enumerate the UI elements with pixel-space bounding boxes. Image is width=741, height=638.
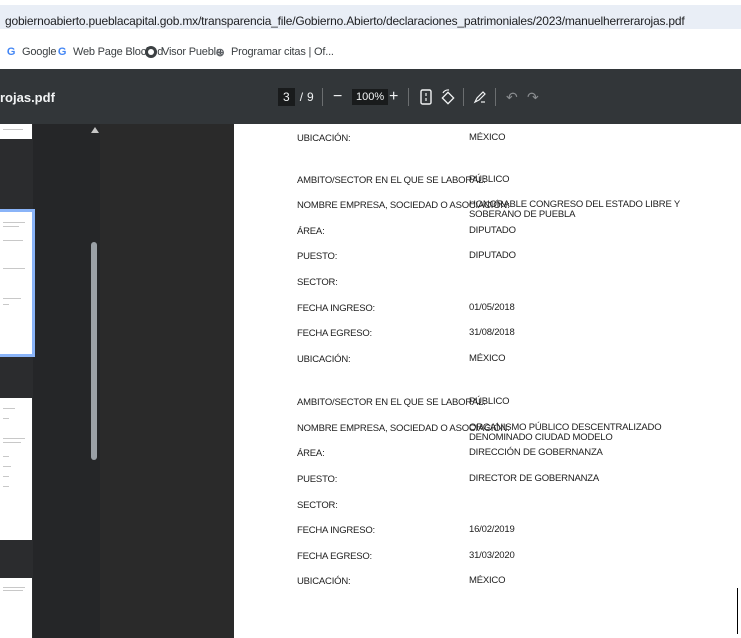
viewer-background bbox=[100, 124, 234, 638]
annotate-button[interactable] bbox=[473, 87, 487, 107]
field-label: UBICACIÓN: bbox=[297, 133, 351, 144]
sidebar-scrollbar[interactable] bbox=[89, 124, 100, 638]
google-icon: G bbox=[6, 46, 16, 58]
rotate-button[interactable] bbox=[440, 87, 456, 107]
url-text[interactable]: gobiernoabierto.pueblacapital.gob.mx/tra… bbox=[5, 14, 685, 28]
field-label: FECHA INGRESO: bbox=[297, 525, 375, 536]
bookmark-programar-citas[interactable]: ⊖ Programar citas | Of... bbox=[214, 44, 334, 60]
thumbnail-page-5[interactable] bbox=[0, 578, 32, 638]
google-icon: G bbox=[57, 46, 67, 58]
field-label: SECTOR: bbox=[297, 277, 338, 288]
bookmarks-bar: G Google G Web Page Blocked Visor Puebla… bbox=[0, 33, 741, 69]
field-value: 16/02/2019 bbox=[469, 524, 515, 535]
field-label: FECHA EGRESO: bbox=[297, 328, 373, 339]
thumbnail-page-1[interactable] bbox=[0, 124, 32, 139]
thumbnail-page-3[interactable] bbox=[0, 209, 35, 357]
field-value: PÚBLICO bbox=[469, 174, 510, 185]
field-value: HONORABLE CONGRESO DEL ESTADO LIBRE Y SO… bbox=[469, 199, 680, 220]
field-label: FECHA EGRESO: bbox=[297, 551, 373, 562]
bookmark-google[interactable]: G Google bbox=[5, 44, 57, 60]
field-value: DIRECCIÓN DE GOBERNANZA bbox=[469, 447, 603, 458]
total-pages: 9 bbox=[307, 90, 314, 104]
redo-icon: ↷ bbox=[527, 88, 539, 105]
bookmark-visor-puebla[interactable]: Visor Puebla bbox=[145, 44, 222, 60]
plus-icon: + bbox=[389, 88, 399, 105]
page-number-input[interactable]: 3 bbox=[278, 88, 295, 106]
undo-button[interactable]: ↶ bbox=[506, 87, 518, 107]
field-value: MÉXICO bbox=[469, 575, 506, 586]
field-label: UBICACIÓN: bbox=[297, 354, 351, 365]
field-label: SECTOR: bbox=[297, 500, 338, 511]
rotate-icon bbox=[441, 89, 455, 105]
field-label: AMBITO/SECTOR EN EL QUE SE LABORAL: bbox=[297, 397, 486, 408]
pdf-page: UBICACIÓN: MÉXICO AMBITO/SECTOR EN EL QU… bbox=[234, 124, 741, 638]
field-value: DIRECTOR DE GOBERNANZA bbox=[469, 473, 600, 484]
thumbnail-strip bbox=[0, 124, 35, 638]
zoom-level: 100% bbox=[352, 87, 389, 107]
redo-button[interactable]: ↷ bbox=[527, 87, 539, 107]
zoom-out-button[interactable]: − bbox=[333, 87, 342, 107]
page-indicator: 3 / 9 bbox=[278, 87, 314, 107]
fit-to-page-button[interactable] bbox=[420, 87, 432, 107]
field-value: 31/08/2018 bbox=[469, 327, 515, 338]
pen-icon bbox=[473, 91, 486, 104]
field-value: 31/03/2020 bbox=[469, 550, 515, 561]
undo-icon: ↶ bbox=[506, 88, 518, 105]
field-value: MÉXICO bbox=[469, 353, 506, 364]
link-icon: ⊖ bbox=[215, 46, 225, 59]
pdf-toolbar: rojas.pdf 3 / 9 − 100% + ↶ ↷ bbox=[0, 69, 741, 124]
url-field[interactable]: gobiernoabierto.pueblacapital.gob.mx/tra… bbox=[0, 5, 741, 29]
toolbar-divider bbox=[495, 88, 496, 106]
field-value: PÚBLICO bbox=[469, 396, 510, 407]
field-value: DIPUTADO bbox=[469, 250, 516, 261]
field-label: ÁREA: bbox=[297, 448, 325, 459]
toolbar-divider bbox=[463, 88, 464, 106]
minus-icon: − bbox=[333, 88, 343, 105]
field-label: PUESTO: bbox=[297, 474, 338, 485]
field-label: PUESTO: bbox=[297, 251, 338, 262]
zoom-input[interactable]: 100% bbox=[352, 89, 389, 105]
text-cursor bbox=[737, 588, 738, 634]
field-value: 01/05/2018 bbox=[469, 302, 515, 313]
field-label: FECHA INGRESO: bbox=[297, 303, 375, 314]
fit-page-icon bbox=[420, 89, 432, 105]
toolbar-divider bbox=[408, 88, 409, 106]
field-value: ORGANISMO PÚBLICO DESCENTRALIZADO DENOMI… bbox=[469, 422, 662, 443]
page-separator: / bbox=[299, 90, 304, 104]
bookmark-label: Programar citas | Of... bbox=[231, 46, 334, 58]
zoom-in-button[interactable]: + bbox=[389, 87, 398, 107]
bookmark-label: Google bbox=[22, 46, 57, 58]
field-label: AMBITO/SECTOR EN EL QUE SE LABORAL: bbox=[297, 175, 486, 186]
field-value: DIPUTADO bbox=[469, 225, 516, 236]
thumbnail-page-4[interactable] bbox=[0, 398, 32, 540]
bookmark-label: Visor Puebla bbox=[162, 46, 222, 58]
thumbnail-sidebar bbox=[0, 124, 100, 638]
scrollbar-thumb[interactable] bbox=[91, 242, 97, 460]
field-label: ÁREA: bbox=[297, 226, 325, 237]
scroll-up-arrow-icon[interactable] bbox=[91, 127, 99, 133]
toolbar-divider bbox=[322, 88, 323, 106]
field-value: MÉXICO bbox=[469, 132, 506, 143]
globe-icon bbox=[145, 46, 157, 58]
address-bar: gobiernoabierto.pueblacapital.gob.mx/tra… bbox=[0, 0, 741, 32]
pdf-title: rojas.pdf bbox=[0, 90, 55, 105]
field-label: UBICACIÓN: bbox=[297, 576, 351, 587]
